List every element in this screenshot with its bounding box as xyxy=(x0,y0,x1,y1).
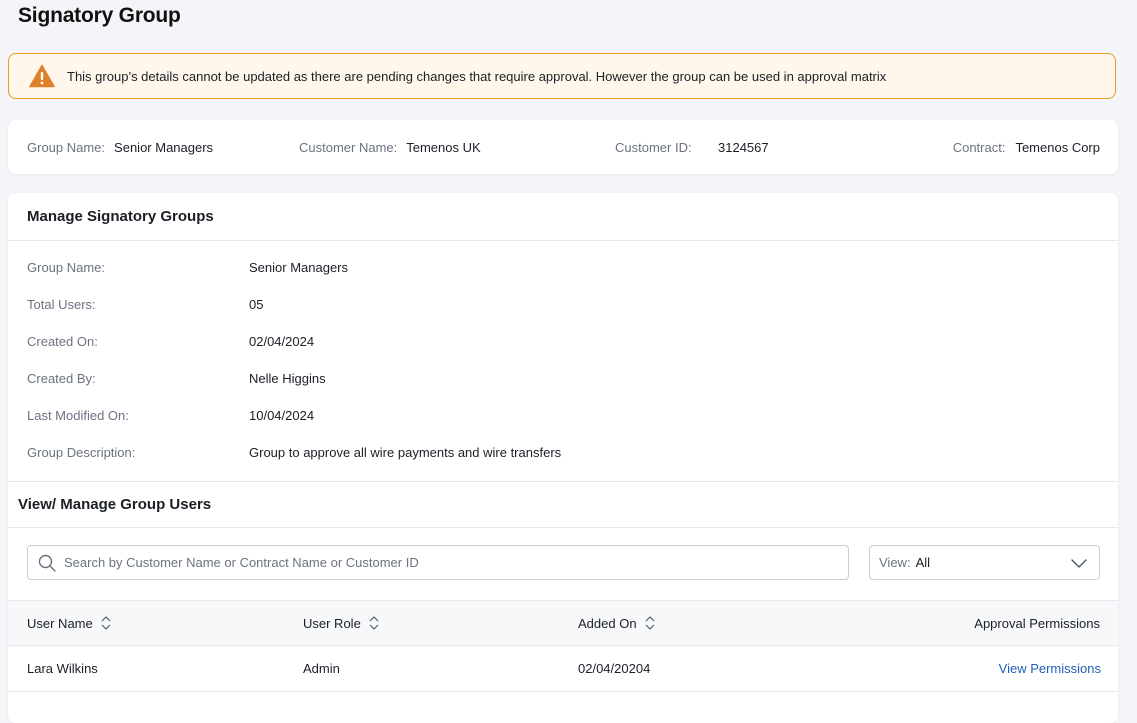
summary-contract-value: Temenos Corp xyxy=(1015,139,1100,155)
detail-value: 10/04/2024 xyxy=(249,408,315,423)
detail-value: Senior Managers xyxy=(249,260,348,275)
detail-row-last-modified: Last Modified On: 10/04/2024 xyxy=(8,408,1118,428)
summary-customer-id-label: Customer ID: xyxy=(615,139,692,155)
search-input[interactable] xyxy=(62,554,848,571)
search-field[interactable] xyxy=(27,545,849,580)
sort-icon[interactable] xyxy=(369,616,379,630)
warning-icon xyxy=(29,64,55,88)
summary-customer-name-value: Temenos UK xyxy=(406,139,481,155)
summary-customer-id: Customer ID: 3124567 xyxy=(615,120,769,174)
detail-label: Group Name: xyxy=(27,260,106,275)
view-filter-dropdown[interactable]: View: All xyxy=(869,545,1100,580)
summary-group-name: Group Name: Senior Managers xyxy=(27,120,213,174)
column-header-approval-permissions: Approval Permissions xyxy=(974,601,1100,645)
cell-user-role: Admin xyxy=(303,660,340,676)
detail-value: 05 xyxy=(249,297,264,312)
summary-group-name-label: Group Name: xyxy=(27,139,106,155)
summary-contract-label: Contract: xyxy=(952,139,1006,155)
detail-value: Nelle Higgins xyxy=(249,371,326,386)
manage-signatory-groups-card: Manage Signatory Groups Group Name: Seni… xyxy=(8,193,1118,723)
table-row: Lara Wilkins Admin 02/04/20204 View Perm… xyxy=(8,646,1118,692)
column-header-user-role[interactable]: User Role xyxy=(303,601,379,645)
column-header-label: Added On xyxy=(578,615,637,631)
pending-approval-alert: This group’s details cannot be updated a… xyxy=(8,53,1116,99)
detail-row-total-users: Total Users: 05 xyxy=(8,297,1118,317)
column-header-added-on[interactable]: Added On xyxy=(578,601,655,645)
divider xyxy=(8,527,1118,528)
column-header-label: User Role xyxy=(303,615,361,631)
detail-label: Group Description: xyxy=(27,445,136,460)
chevron-down-icon xyxy=(1071,556,1087,570)
detail-value: Group to approve all wire payments and w… xyxy=(249,445,562,460)
cell-added-on: 02/04/20204 xyxy=(578,660,651,676)
column-header-label: User Name xyxy=(27,615,93,631)
summary-contract: Contract: Temenos Corp xyxy=(953,120,1100,174)
detail-row-created-on: Created On: 02/04/2024 xyxy=(8,334,1118,354)
summary-customer-name: Customer Name: Temenos UK xyxy=(299,120,481,174)
manage-section-title: Manage Signatory Groups xyxy=(27,208,214,225)
view-permissions-link[interactable]: View Permissions xyxy=(999,646,1101,690)
view-filter-label: View: xyxy=(879,555,911,570)
divider xyxy=(8,240,1118,241)
divider xyxy=(8,481,1118,482)
cell-user-name: Lara Wilkins xyxy=(27,660,98,676)
detail-label: Last Modified On: xyxy=(27,408,129,423)
summary-group-name-value: Senior Managers xyxy=(114,139,214,155)
detail-value: 02/04/2024 xyxy=(249,334,315,349)
column-header-label: Approval Permissions xyxy=(974,615,1100,631)
users-table-header: User Name User Role Added On Approval Pe… xyxy=(8,600,1118,646)
group-users-section-title: View/ Manage Group Users xyxy=(18,496,212,513)
detail-row-group-name: Group Name: Senior Managers xyxy=(8,260,1118,280)
detail-label: Created By: xyxy=(27,371,96,386)
sort-icon[interactable] xyxy=(101,616,111,630)
search-icon xyxy=(38,554,56,572)
group-summary-card: Group Name: Senior Managers Customer Nam… xyxy=(8,120,1118,174)
alert-message: This group’s details cannot be updated a… xyxy=(67,68,887,84)
column-header-user-name[interactable]: User Name xyxy=(27,601,111,645)
page-title: Signatory Group xyxy=(18,4,181,27)
detail-label: Created On: xyxy=(27,334,98,349)
detail-row-created-by: Created By: Nelle Higgins xyxy=(8,371,1118,391)
summary-customer-name-label: Customer Name: xyxy=(299,139,398,155)
summary-customer-id-value: 3124567 xyxy=(718,139,769,155)
detail-row-group-description: Group Description: Group to approve all … xyxy=(8,445,1118,465)
sort-icon[interactable] xyxy=(645,616,655,630)
detail-label: Total Users: xyxy=(27,297,96,312)
view-filter-value: All xyxy=(915,555,931,570)
